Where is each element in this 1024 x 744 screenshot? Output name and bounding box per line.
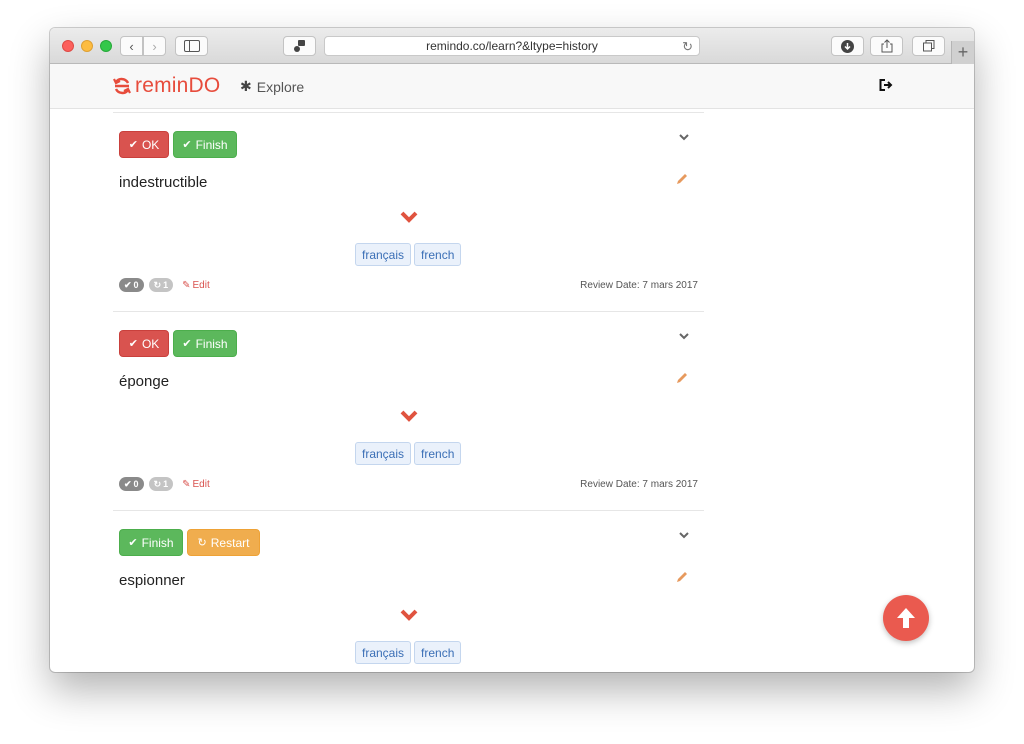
logo-text: reminDO [135, 74, 221, 97]
word-text: indestructible [119, 174, 208, 191]
chevron-left-icon: ‹ [129, 38, 134, 54]
chevron-down-icon[interactable] [678, 530, 690, 540]
word-text: espionner [119, 572, 185, 589]
check-circle-icon: ✔ [128, 537, 138, 549]
refresh-icon: ↻ [153, 279, 162, 290]
new-tab-button[interactable]: + [951, 41, 974, 64]
review-date: Review Date: 7 mars 2017 [580, 479, 698, 490]
downloads-button[interactable] [831, 36, 864, 56]
arrow-up-icon [897, 608, 915, 628]
check-icon: ✔ [128, 139, 138, 151]
word-card: ✔ Finish ↻ Restart espionner français fr… [113, 510, 704, 672]
card-meta: ✔ 0 ↻ 1 ✎ Edit [119, 278, 210, 292]
plus-icon: + [957, 42, 969, 62]
repeat-count-badge: ↻ 1 [148, 278, 174, 292]
browser-window: ‹ › remindo.co/learn?&ltype=history ↻ + … [50, 28, 974, 672]
restart-button[interactable]: ↻ Restart [187, 529, 260, 556]
forward-button[interactable]: › [143, 36, 166, 56]
close-window-button[interactable] [62, 40, 74, 52]
check-icon: ✔ [124, 478, 132, 489]
address-bar[interactable]: remindo.co/learn?&ltype=history ↻ [324, 36, 700, 56]
word-text: éponge [119, 373, 170, 390]
tag[interactable]: français [355, 243, 412, 266]
browser-toolbar: ‹ › remindo.co/learn?&ltype=history ↻ + [50, 28, 974, 64]
chevron-right-icon: › [152, 38, 157, 54]
ok-button[interactable]: ✔ OK [119, 330, 169, 357]
pencil-icon: ✎ [182, 279, 191, 291]
finish-button[interactable]: ✔ Finish [173, 330, 237, 357]
share-icon [881, 39, 892, 53]
zoom-window-button[interactable] [100, 40, 112, 52]
tag[interactable]: french [414, 243, 462, 266]
check-icon: ✔ [128, 338, 138, 350]
correct-count-badge: ✔ 0 [119, 278, 144, 292]
tag[interactable]: french [414, 641, 462, 664]
check-icon: ✔ [124, 279, 132, 290]
repeat-count-badge: ↻ 1 [148, 477, 174, 491]
site-logo[interactable]: reminDO [112, 74, 220, 98]
pencil-icon: ✎ [182, 478, 191, 490]
tag-list: français french [355, 442, 462, 465]
tag[interactable]: français [355, 442, 412, 465]
pencil-icon[interactable] [675, 172, 689, 186]
history-list: ✔ OK ✔ Finish indestructible français fr… [50, 109, 974, 672]
back-button[interactable]: ‹ [120, 36, 143, 56]
review-date: Review Date: 7 mars 2017 [580, 280, 698, 291]
minimize-window-button[interactable] [81, 40, 93, 52]
finish-button[interactable]: ✔ Finish [173, 131, 237, 158]
download-icon [841, 39, 854, 53]
tag-list: français french [355, 243, 462, 266]
share-button[interactable] [870, 36, 903, 56]
asterisk-icon: ✱ [240, 78, 252, 94]
tag-list: français french [355, 641, 462, 664]
explore-label: Explore [256, 78, 305, 95]
logout-icon[interactable] [878, 77, 894, 93]
tag[interactable]: français [355, 641, 412, 664]
refresh-icon: ↻ [197, 537, 207, 549]
tabs-icon [922, 40, 934, 52]
extension-icon [293, 40, 305, 52]
word-card: ✔ OK ✔ Finish indestructible français fr… [113, 112, 704, 311]
card-meta: ✔ 0 ↻ 1 ✎ Edit [119, 477, 210, 491]
expand-answer-icon[interactable] [399, 608, 419, 622]
check-circle-icon: ✔ [182, 338, 192, 350]
expand-answer-icon[interactable] [399, 210, 419, 224]
correct-count-badge: ✔ 0 [119, 477, 144, 491]
extension-button[interactable] [283, 36, 316, 56]
edit-link[interactable]: ✎ Edit [182, 479, 210, 490]
finish-button[interactable]: ✔ Finish [119, 529, 183, 556]
site-navbar: reminDO ✱ Explore [50, 64, 974, 109]
url-text: remindo.co/learn?&ltype=history [426, 39, 598, 53]
logo-sync-icon [113, 77, 131, 95]
word-card: ✔ OK ✔ Finish éponge français french ✔ 0 [113, 311, 704, 510]
explore-link[interactable]: ✱ Explore [240, 78, 304, 95]
refresh-icon: ↻ [153, 478, 162, 489]
chevron-down-icon[interactable] [678, 132, 690, 142]
scroll-to-top-button[interactable] [883, 595, 929, 641]
chevron-down-icon[interactable] [678, 331, 690, 341]
check-circle-icon: ✔ [182, 139, 192, 151]
pencil-icon[interactable] [675, 570, 689, 584]
sidebar-toggle-button[interactable] [175, 36, 208, 56]
expand-answer-icon[interactable] [399, 409, 419, 423]
edit-link[interactable]: ✎ Edit [182, 280, 210, 291]
ok-button[interactable]: ✔ OK [119, 131, 169, 158]
tag[interactable]: french [414, 442, 462, 465]
tab-overview-button[interactable] [912, 36, 945, 56]
reload-icon[interactable]: ↻ [682, 39, 693, 55]
sidebar-icon [183, 40, 200, 52]
pencil-icon[interactable] [675, 371, 689, 385]
